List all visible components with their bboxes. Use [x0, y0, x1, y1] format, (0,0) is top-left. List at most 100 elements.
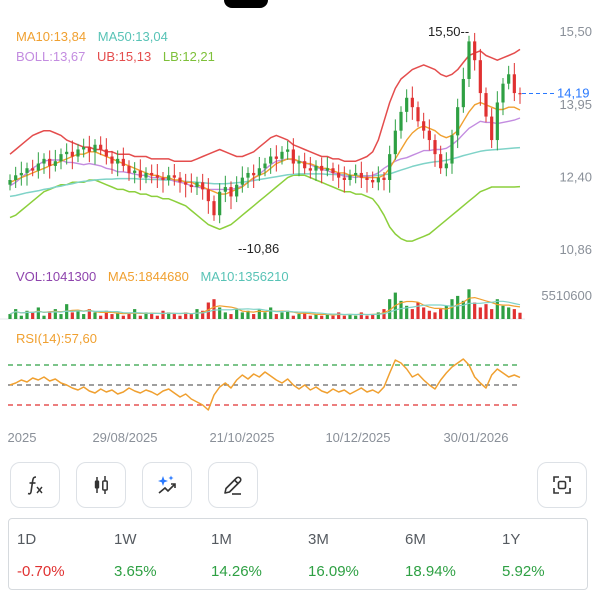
volume-bar [172, 314, 176, 319]
sparkle-chart-icon [158, 475, 176, 494]
candle-body [388, 154, 392, 180]
candle-body [325, 168, 329, 171]
volume-bar [450, 299, 454, 319]
candle-body [337, 172, 341, 178]
performance-cell-1m[interactable]: 1M 14.26% [203, 519, 298, 591]
candle-body [127, 165, 131, 173]
rsi-legend: RSI(14):57,60 [16, 331, 105, 346]
candle-body [274, 156, 278, 159]
candle-body [501, 83, 505, 103]
candle-body [53, 161, 57, 166]
volume-bar [337, 312, 341, 319]
candle-body [195, 182, 199, 188]
candle-body [31, 168, 35, 171]
volume-bar [422, 307, 426, 319]
volume-bar [427, 310, 431, 319]
volume-bar [218, 307, 222, 319]
volume-bar [308, 315, 312, 319]
candle-body [218, 191, 222, 216]
candle-body [263, 163, 267, 169]
candle-body [59, 154, 63, 162]
vol-ma5-legend: MA5:1844680 [107, 269, 189, 284]
candle-body [246, 172, 250, 178]
volume-bar [280, 312, 284, 319]
candlestick-icon [94, 476, 108, 494]
candle-body [331, 168, 335, 173]
candle-body [235, 184, 239, 197]
performance-cell-1d[interactable]: 1D -0.70% [9, 519, 104, 591]
expand-icon [553, 476, 571, 494]
candle-body [342, 177, 346, 180]
candle-body [76, 149, 80, 157]
candle-body [291, 149, 295, 164]
candle-body [167, 175, 171, 180]
volume-bar [82, 314, 86, 319]
candle-body [439, 154, 443, 169]
period-label: 1Y [502, 531, 521, 548]
volume-bar [410, 309, 414, 319]
candle-body [354, 172, 358, 176]
candle-body [495, 102, 499, 141]
candle-body [110, 156, 114, 164]
volume-bar [365, 315, 369, 319]
volume-bar [240, 312, 244, 319]
candle-body [99, 144, 103, 150]
indicator-button[interactable] [10, 462, 60, 508]
volume-max-label: 5510600 [541, 288, 592, 303]
ai-analysis-button[interactable] [142, 462, 192, 508]
ma10-legend: MA10:13,84 [16, 29, 87, 44]
candle-body [212, 201, 216, 216]
vol-legend: VOL:1041300 [16, 269, 97, 284]
volume-bar [14, 309, 18, 319]
candle-body [507, 74, 511, 84]
performance-cell-3m[interactable]: 3M 16.09% [300, 519, 395, 591]
candle-body [280, 151, 284, 159]
date-tick-label: 10/12/2025 [325, 430, 390, 445]
candle-body [461, 78, 465, 108]
fullscreen-button[interactable] [537, 462, 587, 508]
candle-body [116, 158, 120, 164]
volume-bar [359, 312, 363, 319]
candle-body [87, 147, 91, 152]
volume-bar [269, 307, 273, 319]
boll-legend: BOLL:13,67 [16, 49, 86, 64]
performance-cell-1w[interactable]: 1W 3.65% [106, 519, 201, 591]
candle-body [490, 116, 494, 141]
candle-body [416, 107, 420, 122]
volume-bar [223, 312, 227, 319]
candle-body [19, 172, 23, 176]
candle-body [348, 175, 352, 180]
volume-bar [121, 315, 125, 319]
volume-bar [70, 312, 74, 319]
period-change: 18.94% [405, 563, 456, 580]
volume-bar [229, 314, 233, 319]
volume-bar [42, 315, 46, 319]
candle-body [405, 97, 409, 112]
price-legend-row1: MA10:13,84 MA50:13,04 [16, 29, 176, 44]
candle-body [8, 179, 12, 185]
volume-bar [495, 299, 499, 319]
candle-body [82, 147, 86, 150]
vol-ma10-legend: MA10:1356210 [200, 269, 289, 284]
volume-bar [507, 307, 511, 319]
performance-cell-6m[interactable]: 6M 18.94% [397, 519, 492, 591]
period-change: 14.26% [211, 563, 262, 580]
candle-body [286, 149, 290, 152]
candle-body [138, 170, 142, 178]
performance-cell-1y[interactable]: 1Y 5.92% [494, 519, 589, 591]
period-change: 3.65% [114, 563, 157, 580]
period-label: 1M [211, 531, 232, 548]
draw-button[interactable] [208, 462, 258, 508]
candle-body [444, 163, 448, 169]
candle-body [371, 179, 375, 183]
period-label: 3M [308, 531, 329, 548]
volume-bar [433, 312, 437, 319]
volume-bar [127, 314, 131, 319]
candle-type-button[interactable] [76, 462, 126, 508]
volume-bar [512, 309, 516, 319]
candle-body [427, 130, 431, 141]
chart-toolbar [0, 462, 600, 512]
price-chart[interactable]: 15,5013,9512,4010,8615,50----10,8614,195… [0, 0, 600, 455]
volume-bar [473, 302, 477, 319]
pencil-icon [224, 476, 242, 495]
